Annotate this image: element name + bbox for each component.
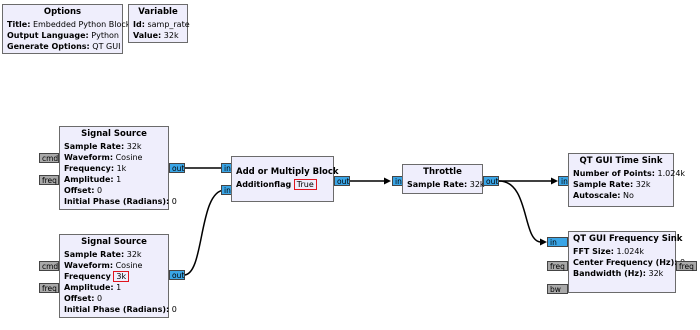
param-row: Bandwidth (Hz): 32k xyxy=(573,269,664,278)
freq-out-port[interactable]: freq xyxy=(676,261,697,271)
freq-port[interactable]: freq xyxy=(39,175,59,185)
arrowhead xyxy=(384,177,391,185)
variable-block[interactable]: Variable Id: samp_rate Value: 32k xyxy=(128,4,190,43)
out-port[interactable]: out xyxy=(334,176,350,186)
param-row: Value: 32k xyxy=(133,31,179,40)
additionflag-value-highlight: True xyxy=(293,179,317,190)
param-row: Sample Rate: 32k xyxy=(64,250,142,259)
qt-gui-frequency-sink-block[interactable]: QT GUI Frequency Sink FFT Size: 1.024k C… xyxy=(568,231,685,293)
block-title: Options xyxy=(43,7,82,17)
freq-port[interactable]: freq xyxy=(39,283,59,293)
out-port[interactable]: out xyxy=(483,176,499,186)
param-row: FFT Size: 1.024k xyxy=(573,247,645,256)
param-row: Waveform: Cosine xyxy=(64,153,143,162)
freq-in-port[interactable]: freq xyxy=(547,261,568,271)
in-port[interactable]: in xyxy=(547,237,568,247)
param-row: Title: Embedded Python Block xyxy=(7,20,131,29)
block-title: QT GUI Time Sink xyxy=(579,156,663,166)
block-title: Add or Multiply Block xyxy=(236,167,339,177)
param-row: Sample Rate: 32k xyxy=(407,180,485,189)
param-row: Additionflag True xyxy=(236,179,329,190)
block-title: Throttle xyxy=(423,167,462,177)
arrowhead xyxy=(540,238,547,246)
param-row: Offset: 0 xyxy=(64,186,103,195)
param-row: Number of Points: 1.024k xyxy=(573,169,686,178)
param-row: Initial Phase (Radians): 0 xyxy=(64,305,177,314)
wire-throttle-to-freqsink xyxy=(498,180,542,243)
signal-source-block-1[interactable]: Signal Source Sample Rate: 32k Waveform:… xyxy=(59,126,177,210)
cmd-port[interactable]: cmd xyxy=(39,261,59,271)
block-title: Signal Source xyxy=(81,237,147,247)
out-port[interactable]: out xyxy=(169,163,185,173)
signal-source-block-2[interactable]: Signal Source Sample Rate: 32k Waveform:… xyxy=(59,234,177,318)
out-port[interactable]: out xyxy=(169,270,185,280)
param-row: Sample Rate: 32k xyxy=(64,142,142,151)
qt-gui-time-sink-block[interactable]: QT GUI Time Sink Number of Points: 1.024… xyxy=(568,153,686,207)
add-multiply-block[interactable]: Add or Multiply Block Additionflag True xyxy=(231,156,339,202)
options-block[interactable]: Options Title: Embedded Python Block Out… xyxy=(2,4,131,54)
param-row: Center Frequency (Hz): 0 xyxy=(573,258,685,267)
param-row: Generate Options: QT GUI xyxy=(7,42,121,51)
block-title: QT GUI Frequency Sink xyxy=(573,234,683,244)
param-row: Waveform: Cosine xyxy=(64,261,143,270)
param-row: Output Language: Python xyxy=(7,31,119,40)
block-title: Variable xyxy=(138,7,178,17)
param-row: Amplitude: 1 xyxy=(64,283,122,292)
param-row: Autoscale: No xyxy=(573,191,634,200)
arrowhead xyxy=(551,177,558,185)
param-row: Initial Phase (Radians): 0 xyxy=(64,197,177,206)
param-row: Sample Rate: 32k xyxy=(573,180,651,189)
param-row: Offset: 0 xyxy=(64,294,103,303)
block-title: Signal Source xyxy=(81,129,147,139)
throttle-block[interactable]: Throttle Sample Rate: 32k xyxy=(402,164,485,194)
param-row: Amplitude: 1 xyxy=(64,175,122,184)
wire-source2-to-add xyxy=(183,189,226,276)
param-row: Frequency 3k xyxy=(64,271,164,282)
param-row: Id: samp_rate xyxy=(133,20,190,29)
param-row: Frequency: 1k xyxy=(64,164,127,173)
bw-port[interactable]: bw xyxy=(547,284,568,294)
cmd-port[interactable]: cmd xyxy=(39,153,59,163)
frequency-value-highlight: 3k xyxy=(113,271,130,282)
